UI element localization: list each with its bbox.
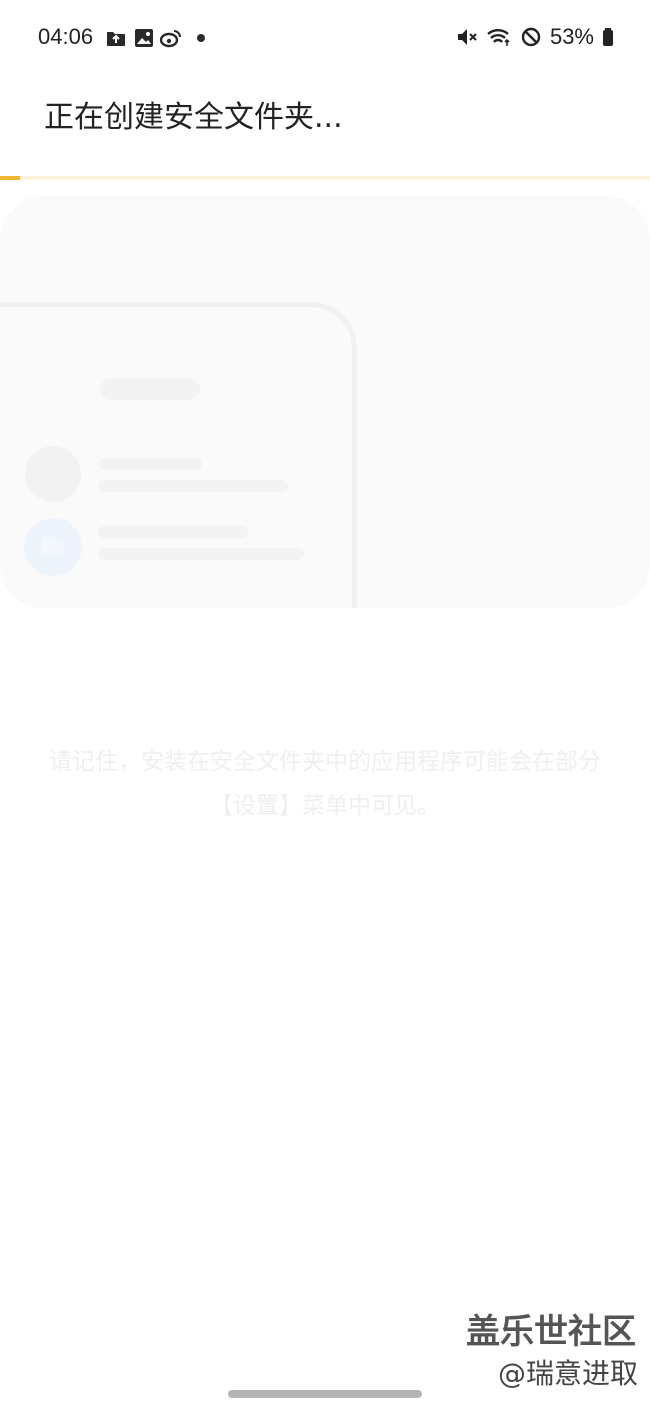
system-status-icons: 53% xyxy=(456,24,614,50)
mute-icon xyxy=(457,29,477,45)
status-bar: 04:06 53% xyxy=(0,0,650,76)
illustration-placeholder xyxy=(98,548,304,560)
illustration-placeholder xyxy=(98,526,248,538)
watermark-author: @瑞意进取 xyxy=(497,1357,638,1390)
folder-upload-icon xyxy=(107,32,125,46)
watermark-title: 盖乐世社区 xyxy=(466,1312,636,1352)
battery-icon xyxy=(603,28,613,46)
battery-percent: 53% xyxy=(549,24,594,49)
progress-bar xyxy=(0,176,650,180)
illustration-placeholder xyxy=(98,458,202,470)
do-not-disturb-icon xyxy=(521,27,541,47)
dot-icon xyxy=(197,34,205,42)
image-icon xyxy=(135,29,153,47)
illustration-avatar xyxy=(25,446,81,502)
folder-icon xyxy=(24,518,82,576)
secure-folder-illustration xyxy=(0,196,650,608)
weibo-icon xyxy=(160,30,181,48)
progress-fill xyxy=(0,176,20,180)
wifi-icon xyxy=(487,29,510,46)
page-title: 正在创建安全文件夹... xyxy=(44,100,343,135)
illustration-placeholder xyxy=(98,480,288,492)
secure-folder-note: 请记住，安装在安全文件夹中的应用程序可能会在部分【设置】菜单中可见。 xyxy=(49,749,601,819)
status-time: 04:06 xyxy=(38,24,94,49)
home-indicator[interactable] xyxy=(228,1390,422,1398)
illustration-placeholder xyxy=(100,378,200,400)
